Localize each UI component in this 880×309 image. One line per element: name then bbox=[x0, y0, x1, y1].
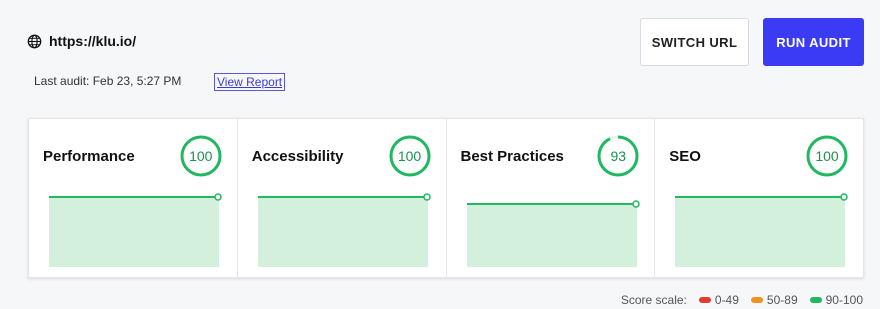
trend-point bbox=[631, 200, 640, 208]
site-url: https://klu.io/ bbox=[27, 33, 136, 49]
orange-dot-icon bbox=[750, 297, 763, 303]
score-trend-chart bbox=[257, 193, 431, 267]
view-report-link[interactable]: View Report bbox=[214, 73, 286, 91]
score-trend-chart bbox=[49, 193, 222, 267]
card-title: Performance bbox=[43, 148, 135, 165]
trend-area bbox=[466, 204, 637, 267]
scale-item-mid: 50-89 bbox=[745, 293, 798, 307]
globe-icon bbox=[27, 34, 42, 49]
score-card-performance[interactable]: Performance 100 bbox=[29, 119, 238, 277]
score-card-seo[interactable]: SEO 100 bbox=[655, 119, 863, 277]
score-gauge: 100 bbox=[389, 135, 431, 177]
trend-point bbox=[840, 193, 848, 201]
score-gauge: 93 bbox=[597, 135, 639, 177]
card-title: SEO bbox=[669, 148, 701, 165]
score-trend-chart bbox=[466, 200, 640, 267]
scale-item-high: 90-100 bbox=[804, 293, 863, 307]
scale-range: 90-100 bbox=[825, 293, 863, 307]
run-audit-button[interactable]: RUN AUDIT bbox=[763, 18, 864, 66]
score-value: 100 bbox=[397, 148, 422, 164]
score-scale-legend: Score scale: 0-49 50-89 90-100 bbox=[621, 293, 863, 307]
trend-area bbox=[257, 197, 428, 267]
red-dot-icon bbox=[698, 297, 711, 303]
score-cards: Performance 100 Accessibility 100 Best P… bbox=[28, 118, 864, 278]
trend-point bbox=[214, 193, 222, 201]
url-text: https://klu.io/ bbox=[49, 33, 137, 49]
score-value: 100 bbox=[189, 148, 213, 164]
scale-item-low: 0-49 bbox=[693, 293, 739, 307]
card-title: Best Practices bbox=[460, 148, 564, 165]
score-value: 100 bbox=[815, 148, 839, 164]
scale-range: 50-89 bbox=[766, 293, 798, 307]
score-gauge: 100 bbox=[806, 135, 848, 177]
switch-url-button[interactable]: SWITCH URL bbox=[640, 18, 749, 66]
score-card-best-practices[interactable]: Best Practices 93 bbox=[447, 119, 656, 277]
trend-area bbox=[49, 197, 219, 267]
green-dot-icon bbox=[809, 297, 822, 303]
card-title: Accessibility bbox=[251, 148, 344, 165]
score-card-accessibility[interactable]: Accessibility 100 bbox=[238, 119, 447, 277]
scale-range: 0-49 bbox=[714, 293, 739, 307]
score-value: 93 bbox=[610, 148, 627, 164]
trend-area bbox=[675, 197, 846, 267]
trend-point bbox=[423, 193, 431, 201]
last-audit-text: Last audit: Feb 23, 5:27 PM bbox=[34, 74, 182, 88]
score-trend-chart bbox=[675, 193, 848, 267]
scale-label: Score scale: bbox=[620, 293, 687, 307]
score-gauge: 100 bbox=[180, 135, 222, 177]
